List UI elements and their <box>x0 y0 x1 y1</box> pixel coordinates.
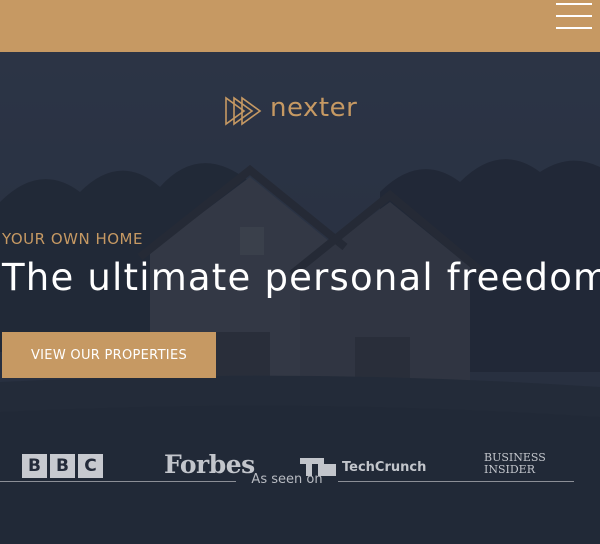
techcrunch-text: TechCrunch <box>342 459 427 475</box>
hero-headline: The ultimate personal freedom <box>2 256 600 299</box>
logo-text: nexter <box>270 93 358 123</box>
hero-eyebrow: YOUR OWN HOME <box>2 230 143 248</box>
menu-line <box>556 27 592 29</box>
bbc-letter: C <box>78 454 103 478</box>
nexter-logo[interactable]: nexter <box>224 93 364 128</box>
bi-line: INSIDER <box>484 463 535 476</box>
bbc-letter: B <box>50 454 75 478</box>
menu-line <box>556 3 592 5</box>
divider-line <box>338 481 574 482</box>
top-bar <box>0 0 600 52</box>
business-insider-logo: BUSINESS INSIDER <box>484 452 546 476</box>
bbc-logo: B B C <box>22 454 104 478</box>
menu-button[interactable] <box>554 0 594 34</box>
view-properties-button[interactable]: VIEW OUR PROPERTIES <box>2 332 216 378</box>
menu-line <box>556 15 592 17</box>
techcrunch-logo: TechCrunch <box>300 457 426 477</box>
play-triangles-icon <box>225 96 262 126</box>
techcrunch-mark-icon <box>300 458 336 476</box>
forbes-logo: Forbes <box>164 450 255 479</box>
bbc-letter: B <box>22 454 47 478</box>
divider-line <box>0 481 236 482</box>
